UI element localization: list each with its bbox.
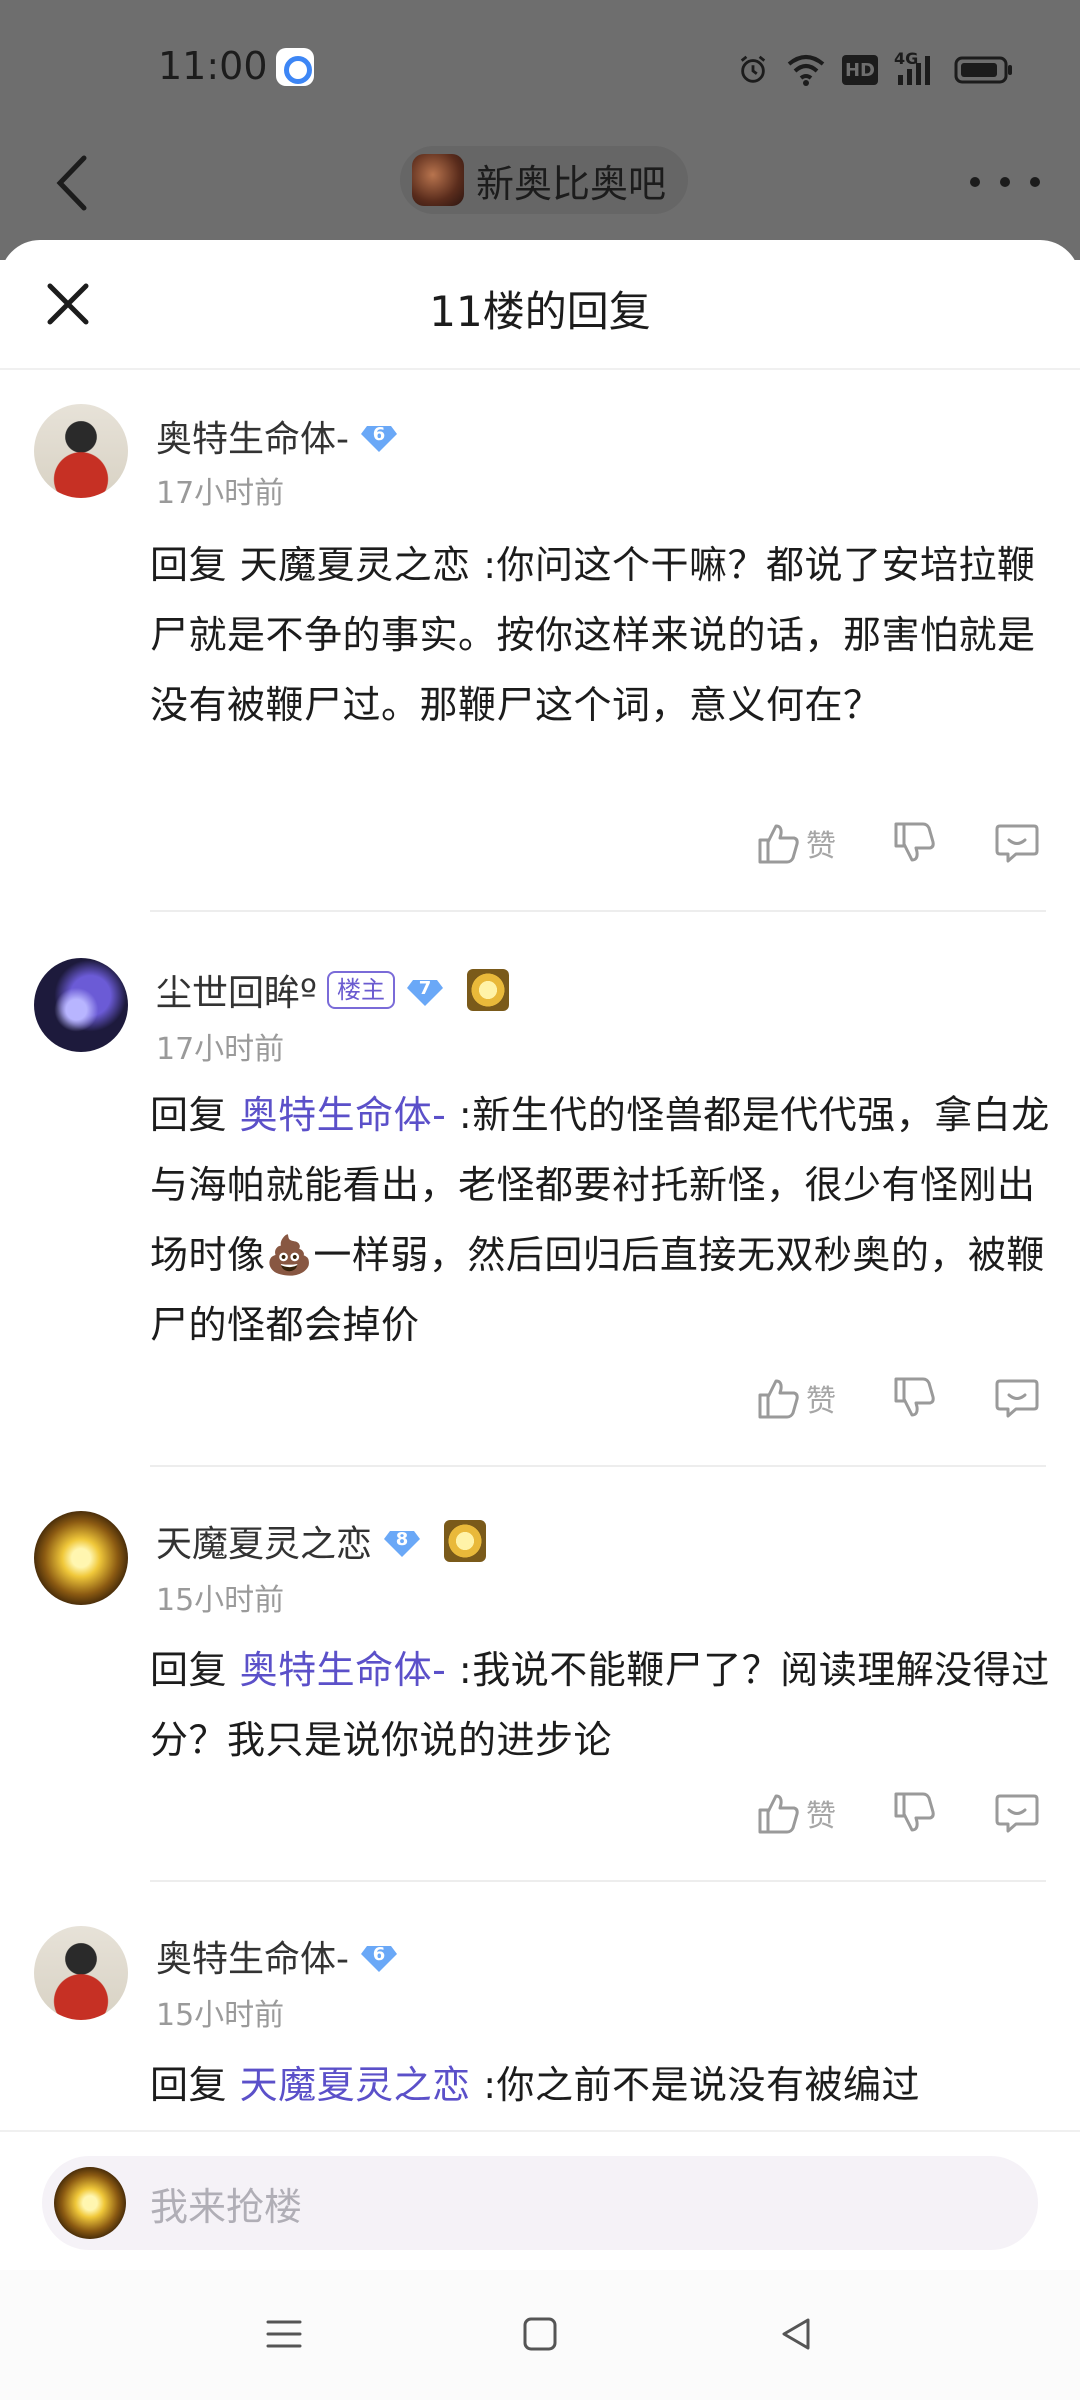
forum-avatar <box>412 154 464 206</box>
thumbs-up-icon <box>758 1794 799 1834</box>
my-avatar <box>54 2167 126 2239</box>
like-label: 赞 <box>806 829 836 864</box>
thread-owner-badge: 楼主 <box>326 971 395 1009</box>
level-number: 8 <box>395 1528 409 1550</box>
username[interactable]: 奥特生命体- <box>156 1930 349 1982</box>
username-row: 尘世回眸º 楼主 7 <box>156 964 509 1016</box>
system-nav-bar <box>0 2270 1080 2400</box>
reply-actions: 赞 <box>756 820 1040 866</box>
mention-link[interactable]: 天魔夏灵之恋 <box>240 2063 471 2107</box>
like-label: 赞 <box>806 1384 836 1419</box>
browser-app-icon <box>276 48 314 86</box>
signal-icon: 4G <box>894 49 938 87</box>
like-label: 赞 <box>806 1799 836 1834</box>
reply-input-bar: 我来抢楼 <box>0 2130 1080 2270</box>
avatar[interactable] <box>34 958 128 1052</box>
divider <box>150 910 1046 912</box>
thumbs-down-icon[interactable] <box>892 1375 938 1421</box>
username[interactable]: 天魔夏灵之恋 <box>156 1515 372 1567</box>
reply-time: 15小时前 <box>156 1998 285 2033</box>
thumbs-up-icon <box>758 824 799 864</box>
reply-time: 17小时前 <box>156 476 285 511</box>
reply-content[interactable]: 回复 奥特生命体- :我说不能鞭尸了？阅读理解没得过分？我只是说你说的进步论 <box>150 1635 1050 1775</box>
forum-pill[interactable]: 新奥比奥吧 <box>400 146 689 214</box>
avatar[interactable] <box>34 404 128 498</box>
status-bar: 11:00 HD 4G <box>0 0 1080 130</box>
mention-text: 天魔夏灵之恋 <box>239 543 471 587</box>
avatar[interactable] <box>34 1511 128 1605</box>
level-number: 6 <box>372 423 386 445</box>
alarm-icon <box>740 55 766 83</box>
reply-time: 15小时前 <box>156 1583 285 1618</box>
thumbs-down-icon[interactable] <box>892 1790 938 1836</box>
reply-content[interactable]: 回复 天魔夏灵之恋 :你问这个干嘛？都说了安培拉鞭尸就是不争的事实。按你这样来说… <box>150 530 1050 740</box>
like-button[interactable]: 赞 <box>756 1375 836 1421</box>
thumbs-down-icon[interactable] <box>892 820 938 866</box>
sheet-title: 11楼的回复 <box>429 287 651 336</box>
status-time: 11:00 <box>158 44 268 88</box>
reply-content[interactable]: 回复 天魔夏灵之恋 :你之前不是说没有被编过 <box>150 2050 1050 2120</box>
medal-icon <box>444 1520 487 1562</box>
level-diamond-icon: 6 <box>359 1936 399 1976</box>
forum-name: 新奥比奥吧 <box>476 161 667 206</box>
reply-prefix: 回复 <box>150 2063 240 2107</box>
more-options-icon[interactable] <box>970 162 1040 202</box>
level-number: 6 <box>372 1943 386 1965</box>
level-number: 7 <box>418 977 432 999</box>
battery-icon <box>954 56 1012 84</box>
sheet-header: 11楼的回复 <box>0 240 1080 370</box>
username-row: 奥特生命体- 6 <box>156 410 399 462</box>
username[interactable]: 尘世回眸º <box>156 964 317 1016</box>
comment-icon[interactable] <box>994 1375 1040 1421</box>
comment-icon[interactable] <box>994 820 1040 866</box>
username[interactable]: 奥特生命体- <box>156 410 349 462</box>
reply-prefix: 回复 <box>150 1648 240 1692</box>
divider <box>150 1880 1046 1882</box>
reply-prefix: 回复 <box>150 543 240 587</box>
reply-input[interactable]: 我来抢楼 <box>42 2156 1038 2250</box>
like-button[interactable]: 赞 <box>756 1790 836 1836</box>
reply-sheet: 11楼的回复 奥特生命体- 6 17小时前 回复 天魔夏灵之恋 :你问这个干嘛？… <box>0 240 1080 2400</box>
avatar[interactable] <box>34 1926 128 2020</box>
back-triangle-icon[interactable] <box>774 2312 818 2356</box>
reply-prefix: 回复 <box>150 1093 240 1137</box>
medal-icon <box>466 969 509 1011</box>
mention-link[interactable]: 奥特生命体- <box>240 1648 447 1692</box>
hd-icon: HD <box>842 55 878 85</box>
level-diamond-icon: 7 <box>405 970 445 1010</box>
wifi-icon <box>787 55 825 86</box>
reply-content[interactable]: 回复 奥特生命体- :新生代的怪兽都是代代强，拿白龙与海帕就能看出，老怪都要衬托… <box>150 1080 1050 1360</box>
back-arrow-icon[interactable] <box>46 148 106 218</box>
thumbs-up-icon <box>758 1379 799 1419</box>
like-button[interactable]: 赞 <box>756 820 836 866</box>
mention-link[interactable]: 奥特生命体- <box>240 1093 447 1137</box>
username-row: 奥特生命体- 6 <box>156 1930 399 1982</box>
reply-actions: 赞 <box>756 1790 1040 1836</box>
level-diamond-icon: 6 <box>359 416 399 456</box>
divider <box>150 1465 1046 1467</box>
reply-text: :你之前不是说没有被编过 <box>470 2063 920 2107</box>
menu-icon[interactable] <box>262 2312 306 2356</box>
comment-icon[interactable] <box>994 1790 1040 1836</box>
reply-time: 17小时前 <box>156 1032 285 1067</box>
reply-input-placeholder: 我来抢楼 <box>150 2185 303 2229</box>
level-diamond-icon: 8 <box>382 1521 422 1561</box>
status-icons: HD 4G <box>736 49 1014 90</box>
home-square-icon[interactable] <box>518 2312 562 2356</box>
top-navigation: 新奥比奥吧 <box>0 130 1080 240</box>
reply-actions: 赞 <box>756 1375 1040 1421</box>
username-row: 天魔夏灵之恋 8 <box>156 1515 487 1567</box>
